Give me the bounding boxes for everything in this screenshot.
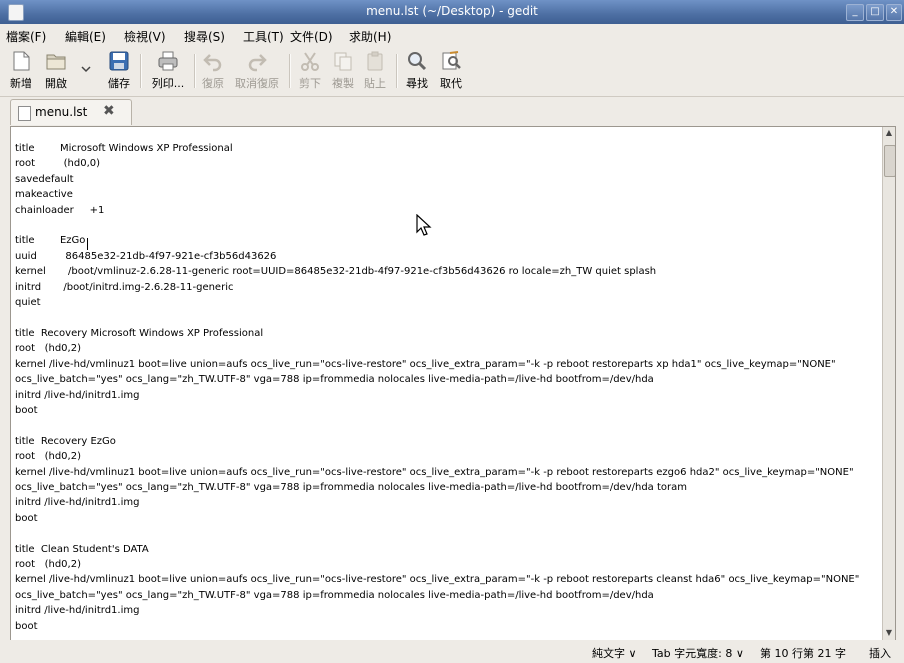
insert-mode: 插入 (869, 647, 891, 660)
text-line[interactable]: makeactive (15, 187, 885, 202)
save-icon (109, 51, 129, 71)
menu-bar: 檔案(F) 編輯(E) 檢視(V) 搜尋(S) 工具(T) 文件(D) 求助(H… (0, 24, 904, 46)
text-line[interactable]: boot (15, 511, 885, 526)
replace-button[interactable]: 取代 (436, 50, 466, 91)
open-recent-dropdown[interactable] (80, 62, 92, 76)
text-line[interactable]: boot (15, 619, 885, 634)
find-button[interactable]: 尋找 (404, 50, 430, 91)
text-line[interactable]: chainloader +1 (15, 203, 885, 218)
tab-menu-lst[interactable]: menu.lst ✖ (10, 99, 132, 125)
menu-documents[interactable]: 文件(D) (290, 28, 333, 45)
undo-icon (203, 54, 222, 72)
language-mode-selector[interactable]: 純文字 ∨ (592, 645, 637, 661)
text-line[interactable] (15, 310, 885, 325)
new-document-icon (13, 51, 30, 71)
text-line[interactable]: title EzGo (15, 233, 885, 248)
toolbar-separator (396, 54, 398, 88)
text-line[interactable]: initrd /live-hd/initrd1.img (15, 603, 885, 618)
find-replace-icon (442, 51, 461, 70)
menu-tools[interactable]: 工具(T) (243, 28, 284, 45)
text-line[interactable]: title Recovery Microsoft Windows XP Prof… (15, 326, 885, 341)
new-button[interactable]: 新增 (6, 50, 36, 91)
copy-button[interactable]: 複製 (330, 50, 356, 91)
text-line[interactable]: ocs_live_batch="yes" ocs_lang="zh_TW.UTF… (15, 588, 885, 603)
vertical-scrollbar[interactable]: ▲ ▼ (882, 127, 895, 641)
close-window-button[interactable]: ✕ (886, 4, 902, 21)
scroll-down-icon[interactable]: ▼ (884, 628, 894, 640)
text-line[interactable]: kernel /live-hd/vmlinuz1 boot=live union… (15, 357, 885, 372)
scrollbar-thumb[interactable] (884, 145, 895, 177)
open-button[interactable]: 開啟 (40, 50, 72, 91)
toolbar-separator (289, 54, 291, 88)
magnifier-icon (408, 52, 427, 71)
text-line[interactable]: initrd /live-hd/initrd1.img (15, 495, 885, 510)
redo-button[interactable]: 取消復原 (232, 50, 282, 91)
text-line[interactable]: initrd /boot/initrd.img-2.6.28-11-generi… (15, 280, 885, 295)
text-line[interactable]: kernel /live-hd/vmlinuz1 boot=live union… (15, 465, 885, 480)
text-line[interactable]: ocs_live_batch="yes" ocs_lang="zh_TW.UTF… (15, 372, 885, 387)
minimize-button[interactable]: _ (846, 4, 864, 21)
text-line[interactable]: boot (15, 403, 885, 418)
text-line[interactable] (15, 418, 885, 433)
cursor-position: 第 10 行第 21 字 (760, 647, 846, 660)
cut-button[interactable]: 剪下 (297, 50, 323, 91)
title-bar: menu.lst (~/Desktop) - gedit _ □ ✕ (0, 0, 904, 24)
text-line[interactable]: kernel /boot/vmlinuz-2.6.28-11-generic r… (15, 264, 885, 279)
scroll-up-icon[interactable]: ▲ (884, 128, 894, 140)
menu-edit[interactable]: 編輯(E) (65, 28, 106, 45)
text-line[interactable]: title Microsoft Windows XP Professional (15, 141, 885, 156)
clipboard-icon (367, 51, 383, 71)
scissors-icon (301, 52, 319, 71)
text-line[interactable]: root (hd0,2) (15, 557, 885, 572)
toolbar-separator (194, 54, 196, 88)
document-text[interactable]: title Microsoft Windows XP Professional r… (15, 141, 885, 634)
menu-help[interactable]: 求助(H) (349, 28, 391, 45)
menu-file[interactable]: 檔案(F) (6, 28, 46, 45)
undo-button[interactable]: 復原 (200, 50, 226, 91)
redo-icon (248, 54, 267, 72)
text-line[interactable] (15, 526, 885, 541)
text-line[interactable]: savedefault (15, 172, 885, 187)
save-button[interactable]: 儲存 (104, 50, 134, 91)
text-editor[interactable]: title Microsoft Windows XP Professional r… (10, 126, 896, 642)
chevron-down-icon (81, 66, 91, 73)
folder-icon (46, 54, 66, 70)
text-line[interactable]: root (hd0,0) (15, 156, 885, 171)
menu-search[interactable]: 搜尋(S) (184, 28, 225, 45)
toolbar: 新增 開啟 儲存 列印... 復原 取消復原 剪下 複製 貼上 尋找 取代 (0, 46, 904, 97)
document-tabs: menu.lst ✖ (0, 97, 904, 125)
paste-button[interactable]: 貼上 (362, 50, 388, 91)
mouse-pointer-icon (416, 214, 432, 236)
maximize-button[interactable]: □ (866, 4, 884, 21)
text-caret (87, 238, 89, 251)
text-line[interactable]: title Recovery EzGo (15, 434, 885, 449)
text-line[interactable]: root (hd0,2) (15, 341, 885, 356)
text-line[interactable]: title Clean Student's DATA (15, 542, 885, 557)
text-line[interactable]: ocs_live_batch="yes" ocs_lang="zh_TW.UTF… (15, 480, 885, 495)
text-line[interactable]: root (hd0,2) (15, 449, 885, 464)
toolbar-separator (140, 54, 142, 88)
text-line[interactable]: initrd /live-hd/initrd1.img (15, 388, 885, 403)
text-line[interactable] (15, 218, 885, 233)
text-file-icon (18, 106, 31, 121)
print-button[interactable]: 列印... (148, 50, 188, 91)
printer-icon (158, 51, 178, 71)
tab-width-selector[interactable]: Tab 字元寬度: 8 ∨ (652, 645, 744, 661)
status-bar: 純文字 ∨ Tab 字元寬度: 8 ∨ 第 10 行第 21 字 插入 (0, 640, 904, 663)
text-line[interactable]: uuid 86485e32-21db-4f97-921e-cf3b56d4362… (15, 249, 885, 264)
window-title: menu.lst (~/Desktop) - gedit (366, 4, 538, 18)
tab-label: menu.lst (35, 105, 88, 119)
text-line[interactable]: quiet (15, 295, 885, 310)
menu-view[interactable]: 檢視(V) (124, 28, 166, 45)
text-line[interactable]: kernel /live-hd/vmlinuz1 boot=live union… (15, 572, 885, 587)
close-tab-icon[interactable]: ✖ (103, 103, 115, 119)
copy-icon (334, 52, 352, 71)
